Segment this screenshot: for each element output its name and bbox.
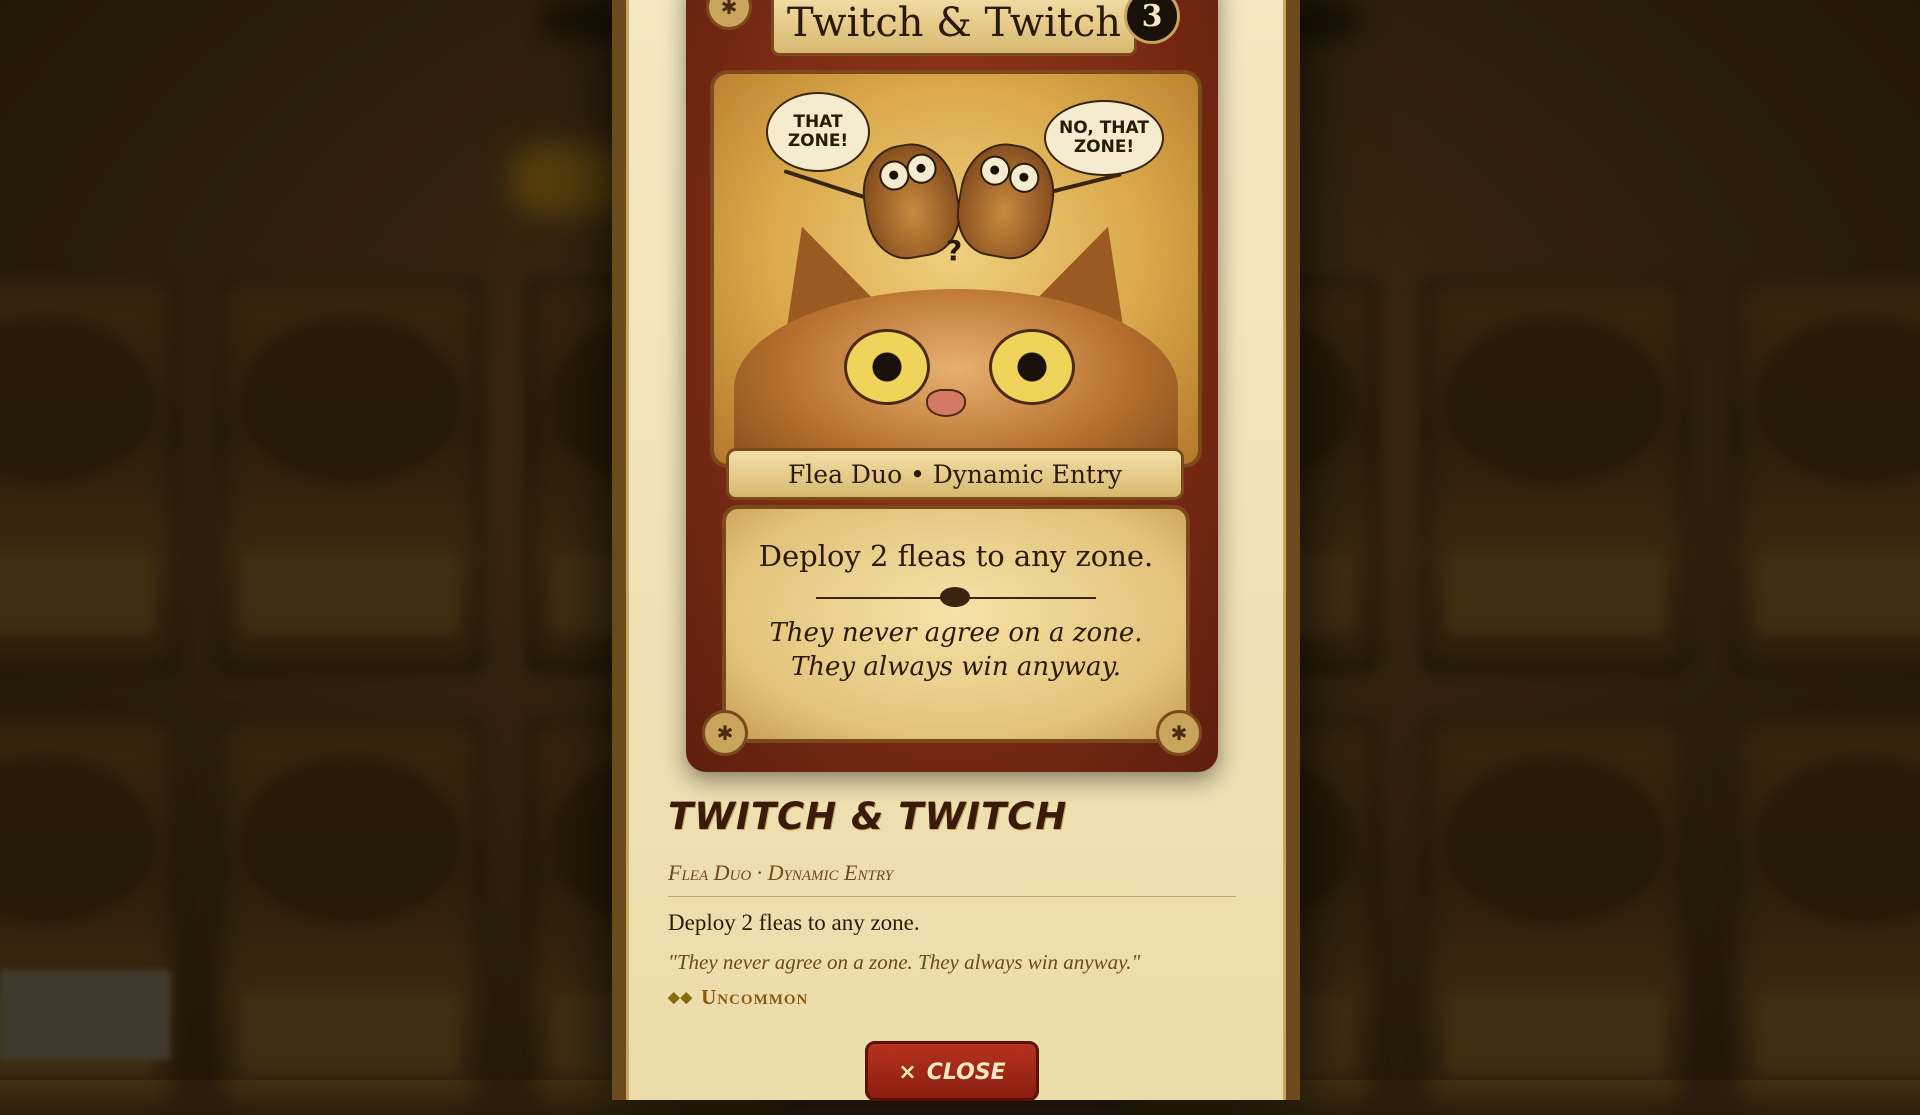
card-art-flavor: They never agree on a zone. They always …	[726, 617, 1186, 685]
corner-flea-icon: ✱	[1156, 710, 1202, 756]
flea-eye	[977, 153, 1013, 189]
rarity-label: Uncommon	[701, 985, 809, 1009]
card-description: Deploy 2 fleas to any zone.	[668, 910, 920, 935]
cat-eye-right	[989, 329, 1075, 405]
flea-arm-left	[783, 169, 871, 201]
speech-bubble-right: NO, THAT ZONE!	[1044, 100, 1164, 176]
cat-eye-left	[844, 329, 930, 405]
divider	[668, 896, 1236, 897]
card-type-line: Flea Duo · Dynamic Entry	[668, 860, 894, 885]
corner-flea-icon: ✱	[706, 0, 752, 30]
card-title: Twitch & Twitch	[668, 795, 1068, 838]
card-illustration: THAT ZONE! NO, THAT ZONE! ?	[710, 70, 1202, 468]
card-art-rules: Deploy 2 fleas to any zone.	[758, 539, 1154, 573]
close-button[interactable]: × Close	[865, 1041, 1039, 1101]
close-label: Close	[926, 1060, 1006, 1085]
flea-eye	[1006, 160, 1042, 196]
corner-flea-icon: ✱	[702, 710, 748, 756]
close-icon: ×	[898, 1060, 917, 1085]
card-rarity: ◆◆ Uncommon	[668, 985, 808, 1010]
card-text-box: Deploy 2 fleas to any zone. They never a…	[722, 505, 1190, 743]
card-flavor-text: "They never agree on a zone. They always…	[668, 950, 1141, 974]
cat-nose	[926, 389, 966, 417]
card-art-flavor-line1: They never agree on a zone.	[769, 618, 1143, 648]
question-mark: ?	[946, 234, 963, 267]
card-art-flavor-line2: They always win anyway.	[790, 651, 1122, 682]
card-art-subtitle: Flea Duo • Dynamic Entry	[726, 448, 1184, 500]
rarity-gem-icon: ◆◆	[668, 990, 694, 1006]
speech-bubble-left: THAT ZONE!	[766, 92, 870, 172]
flea-divider-icon	[940, 587, 970, 607]
card-artwork: ✱ Twitch & Twitch 3 THAT ZONE! NO, THAT …	[686, 0, 1218, 772]
card-art-title: Twitch & Twitch	[771, 0, 1137, 56]
flea-eye	[904, 151, 939, 187]
